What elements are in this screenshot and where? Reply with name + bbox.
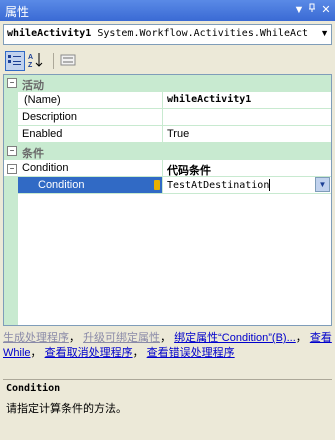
- view-cancel-handlers-link[interactable]: 查看取消处理程序: [45, 347, 133, 359]
- toolbar-divider: [53, 53, 54, 69]
- property-row-condition-method[interactable]: Condition TestAtDestination ▼: [4, 177, 331, 194]
- category-activity[interactable]: − 活动: [4, 75, 331, 92]
- object-selector[interactable]: whileActivity1 System.Workflow.Activitie…: [3, 24, 332, 45]
- description-pane: Condition 请指定计算条件的方法。: [3, 379, 332, 438]
- lock-icon: [154, 180, 160, 190]
- chevron-down-icon[interactable]: ▼: [315, 177, 330, 192]
- property-grid[interactable]: − 活动 (Name) whileActivity1 Description E…: [3, 74, 332, 326]
- alphabetical-icon[interactable]: AZ: [27, 51, 47, 71]
- collapse-icon[interactable]: −: [7, 146, 17, 156]
- property-value[interactable]: [167, 111, 327, 125]
- property-pages-icon[interactable]: [59, 51, 79, 71]
- property-row-condition[interactable]: − Condition 代码条件: [4, 160, 331, 177]
- separator: ，: [132, 347, 144, 359]
- svg-text:Z: Z: [28, 62, 33, 69]
- description-text: 请指定计算条件的方法。: [6, 403, 127, 415]
- property-name: Enabled: [22, 128, 63, 140]
- property-row-enabled[interactable]: Enabled True: [4, 126, 331, 143]
- text-caret: [269, 179, 271, 191]
- panel-title: 属性: [5, 5, 30, 19]
- property-name: (Name): [24, 94, 61, 106]
- separator: ，: [69, 332, 80, 344]
- command-pane: 生成处理程序， 升级可绑定属性， 绑定属性“Condition”(B)...， …: [3, 331, 332, 377]
- property-value[interactable]: 代码条件: [167, 162, 327, 176]
- category-condition[interactable]: − 条件: [4, 143, 331, 160]
- collapse-icon[interactable]: −: [7, 164, 17, 174]
- object-type: System.Workflow.Activities.WhileAct: [91, 28, 309, 39]
- generate-handlers-link[interactable]: 生成处理程序: [3, 332, 69, 344]
- promote-properties-link[interactable]: 升级可绑定属性: [83, 332, 160, 344]
- category-label: 条件: [22, 148, 44, 159]
- collapse-icon[interactable]: −: [7, 78, 17, 88]
- property-name: Condition: [18, 177, 163, 193]
- property-row-description[interactable]: Description: [4, 109, 331, 126]
- categorized-icon[interactable]: [5, 51, 25, 71]
- grid-gutter: [4, 194, 18, 325]
- separator: ，: [160, 332, 172, 344]
- panel-titlebar: 属性 ▼ ✕: [0, 0, 335, 21]
- property-value[interactable]: True: [167, 128, 327, 142]
- property-value-editor[interactable]: TestAtDestination: [167, 179, 307, 193]
- chevron-down-icon[interactable]: ▼: [320, 28, 329, 38]
- property-toolbar: AZ: [3, 50, 332, 72]
- property-value[interactable]: whileActivity1: [167, 94, 327, 108]
- property-name: Description: [22, 111, 78, 123]
- separator: ，: [30, 347, 42, 359]
- close-icon[interactable]: ✕: [318, 2, 334, 18]
- property-row-name[interactable]: (Name) whileActivity1: [4, 92, 331, 109]
- property-name: Condition: [22, 162, 69, 174]
- property-value: TestAtDestination: [167, 180, 270, 191]
- svg-text:A: A: [28, 54, 33, 61]
- object-name: whileActivity1: [7, 28, 92, 39]
- separator: ，: [295, 332, 307, 344]
- category-label: 活动: [22, 80, 44, 91]
- view-fault-handlers-link[interactable]: 查看错误处理程序: [147, 347, 235, 359]
- bind-property-link[interactable]: 绑定属性“Condition”(B)...: [174, 332, 296, 344]
- description-title: Condition: [6, 383, 61, 394]
